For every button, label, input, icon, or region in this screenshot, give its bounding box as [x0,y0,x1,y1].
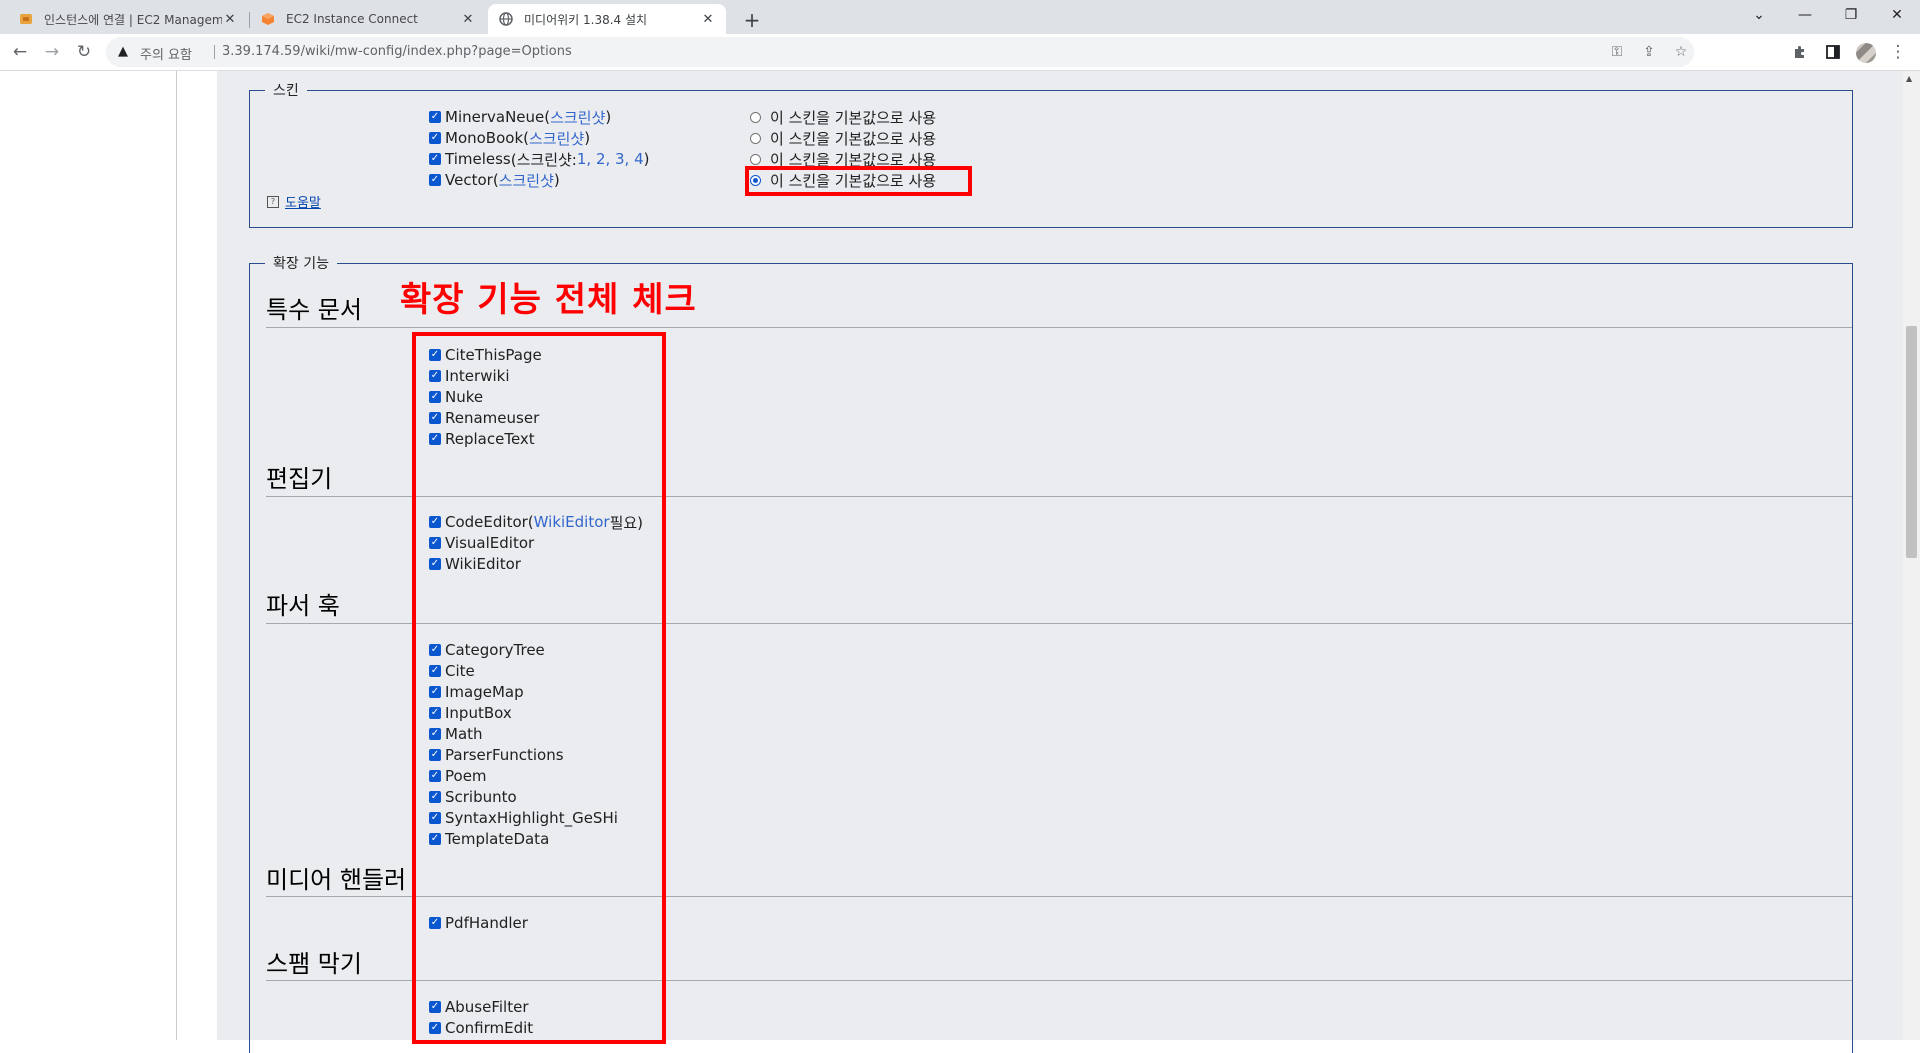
omnibox-divider [214,45,215,59]
default-skin-radio-monobook[interactable]: 이 스킨을 기본값으로 사용 [750,129,937,148]
tab-mediawiki-install[interactable]: 미디어위키 1.38.4 설치 ✕ [488,4,726,34]
new-tab-button[interactable]: + [738,6,766,34]
restore-button[interactable]: ❐ [1828,0,1874,30]
section-title-editors: 편집기 [266,465,333,493]
skin-checkbox-monobook[interactable]: ✓ MonoBook ( 스크린샷 ) [429,128,591,149]
checkbox-checked[interactable]: ✓ [429,153,441,165]
minimize-button[interactable]: — [1782,0,1828,30]
skin-paren-close: ) [553,171,560,189]
skin-checkbox-vector[interactable]: ✓ Vector ( 스크린샷 ) [429,170,560,191]
url-text[interactable]: 3.39.174.59/wiki/mw-config/index.php?pag… [222,44,572,59]
skins-legend: 스킨 [273,83,299,99]
close-icon[interactable]: ✕ [460,11,476,27]
section-title-media-handlers: 미디어 핸들러 [266,866,407,894]
screenshot-link[interactable]: 스크린샷 [529,128,584,149]
tab-search-icon[interactable]: ⌄ [1736,0,1782,30]
address-bar[interactable]: ▲ 주의 요함 3.39.174.59/wiki/mw-config/index… [106,37,1694,67]
scrollbar-thumb[interactable] [1906,326,1917,558]
checkbox-checked[interactable]: ✓ [429,174,441,186]
reload-button[interactable]: ↻ [70,38,98,66]
skin-name: Timeless [445,150,511,168]
skin-paren-close: ) [584,129,591,147]
left-border [176,71,177,1040]
back-button[interactable]: ← [6,38,34,66]
section-divider [266,327,1852,328]
skin-checkbox-timeless[interactable]: ✓ Timeless (스크린샷: 1, 2, 3, 4 ) [429,150,650,169]
section-title-special-pages: 특수 문서 [266,296,362,324]
skin-checkbox-minervaneue[interactable]: ✓ MinervaNeue ( 스크린샷 ) [429,107,612,128]
side-panel-icon[interactable] [1819,38,1847,66]
checkbox-checked[interactable]: ✓ [429,111,441,123]
browser-toolbar: ← → ↻ ▲ 주의 요함 3.39.174.59/wiki/mw-config… [0,34,1920,71]
skin-paren-close: ) [643,150,650,168]
close-icon[interactable]: ✕ [222,11,238,27]
warning-icon[interactable]: ▲ [118,44,128,59]
tab-ec2-instance-connect[interactable]: EC2 Instance Connect ✕ [250,4,486,34]
highlight-box-extensions [412,332,666,1044]
screenshot-link[interactable]: 스크린샷 [499,170,554,191]
screenshot-links[interactable]: 1, 2, 3, 4 [577,150,644,168]
tab-title: 미디어위키 1.38.4 설치 [524,12,648,27]
aws-orange-icon [260,11,276,27]
tab-title: EC2 Instance Connect [286,12,418,26]
bookmark-star-icon[interactable]: ☆ [1670,41,1692,63]
help-link-text[interactable]: 도움말 [285,192,321,211]
profile-avatar[interactable] [1856,43,1876,63]
skin-paren-open: (스크린샷: [510,150,577,169]
tab-strip: 인스턴스에 연결 | EC2 Managem ✕ EC2 Instance Co… [0,0,1920,34]
globe-icon [498,11,514,27]
default-skin-label: 이 스킨을 기본값으로 사용 [770,108,937,127]
help-icon: ? [267,195,279,208]
tab-ec2-management[interactable]: 인스턴스에 연결 | EC2 Managem ✕ [8,4,248,34]
annotation-check-all-extensions: 확장 기능 전체 체크 [400,280,697,320]
skin-name: MonoBook [445,129,524,147]
help-link[interactable]: ? 도움말 [267,192,321,211]
skin-paren-close: ) [605,108,612,126]
forward-button[interactable]: → [38,38,66,66]
security-label[interactable]: 주의 요함 [140,44,192,63]
skin-name: Vector [445,171,493,189]
browser-menu-icon[interactable]: ⋮ [1884,38,1912,66]
extensions-puzzle-icon[interactable] [1786,38,1814,66]
close-icon[interactable]: ✕ [700,11,716,27]
key-icon[interactable]: ⚿ [1606,41,1628,63]
scroll-up-arrow-icon[interactable]: ▲ [1906,74,1912,83]
highlight-box-default-skin [745,166,972,196]
tab-title: 인스턴스에 연결 | EC2 Managem [44,12,222,27]
default-skin-radio-minervaneue[interactable]: 이 스킨을 기본값으로 사용 [750,108,937,127]
share-icon[interactable]: ⇪ [1638,41,1660,63]
close-window-button[interactable]: ✕ [1874,0,1920,30]
radio-unselected[interactable] [750,111,761,123]
default-skin-label: 이 스킨을 기본값으로 사용 [770,129,937,148]
extensions-legend: 확장 기능 [273,256,329,272]
section-title-parser-hooks: 파서 훅 [266,592,340,620]
checkbox-checked[interactable]: ✓ [429,132,441,144]
radio-unselected[interactable] [750,132,761,144]
skin-name: MinervaNeue [445,108,545,126]
section-title-spam-prevention: 스팸 막기 [266,950,362,978]
radio-unselected[interactable] [750,153,761,165]
screenshot-link[interactable]: 스크린샷 [550,107,605,128]
aws-icon [18,11,34,27]
